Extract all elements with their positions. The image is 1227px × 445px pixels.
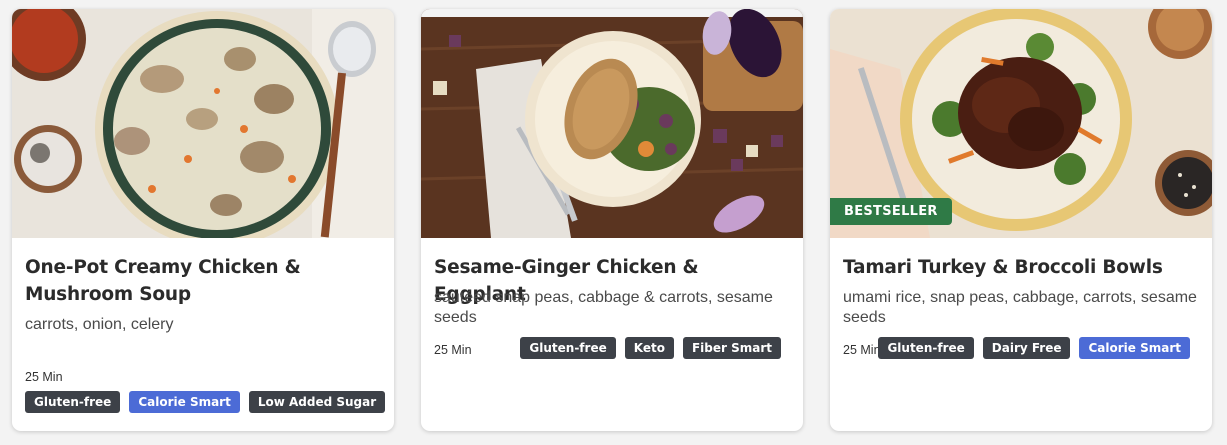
tag-gluten-free: Gluten-free <box>25 391 121 413</box>
tag-keto: Keto <box>624 337 674 359</box>
tag-list: Gluten-free Calorie Smart Low Added Suga… <box>25 391 386 413</box>
tag-gluten-free: Gluten-free <box>520 337 616 359</box>
recipe-photo[interactable] <box>12 9 394 238</box>
recipe-subtitle: sautéed snap peas, cabbage & carrots, se… <box>434 289 773 326</box>
bestseller-badge: BESTSELLER <box>830 198 952 225</box>
recipe-card-grid: One-Pot Creamy Chicken & Mushroom Soup c… <box>0 0 1227 445</box>
tag-list: Gluten-free Dairy Free Calorie Smart <box>878 337 1190 359</box>
cook-time: 25 Min <box>434 343 472 357</box>
tag-calorie-smart: Calorie Smart <box>129 391 240 413</box>
recipe-card[interactable]: Sesame-Ginger Chicken & Eggplant sautéed… <box>421 9 803 431</box>
tag-list: Gluten-free Keto Fiber Smart <box>520 337 781 359</box>
tag-dairy-free: Dairy Free <box>982 337 1071 359</box>
recipe-photo[interactable] <box>421 9 803 238</box>
tag-calorie-smart: Calorie Smart <box>1079 337 1190 359</box>
tag-gluten-free: Gluten-free <box>878 337 974 359</box>
cook-time: 25 Min <box>843 343 881 357</box>
tag-fiber-smart: Fiber Smart <box>682 337 781 359</box>
recipe-title[interactable]: One-Pot Creamy Chicken & Mushroom Soup <box>25 254 375 308</box>
recipe-subtitle: carrots, onion, celery <box>25 316 174 333</box>
recipe-subtitle: umami rice, snap peas, cabbage, carrots,… <box>843 289 1197 326</box>
recipe-card[interactable]: BESTSELLER Tamari Turkey & Broccoli Bowl… <box>830 9 1212 431</box>
recipe-title[interactable]: Tamari Turkey & Broccoli Bowls <box>843 254 1193 281</box>
cook-time: 25 Min <box>25 370 63 384</box>
tag-low-added-sugar: Low Added Sugar <box>248 391 386 413</box>
recipe-card[interactable]: One-Pot Creamy Chicken & Mushroom Soup c… <box>12 9 394 431</box>
